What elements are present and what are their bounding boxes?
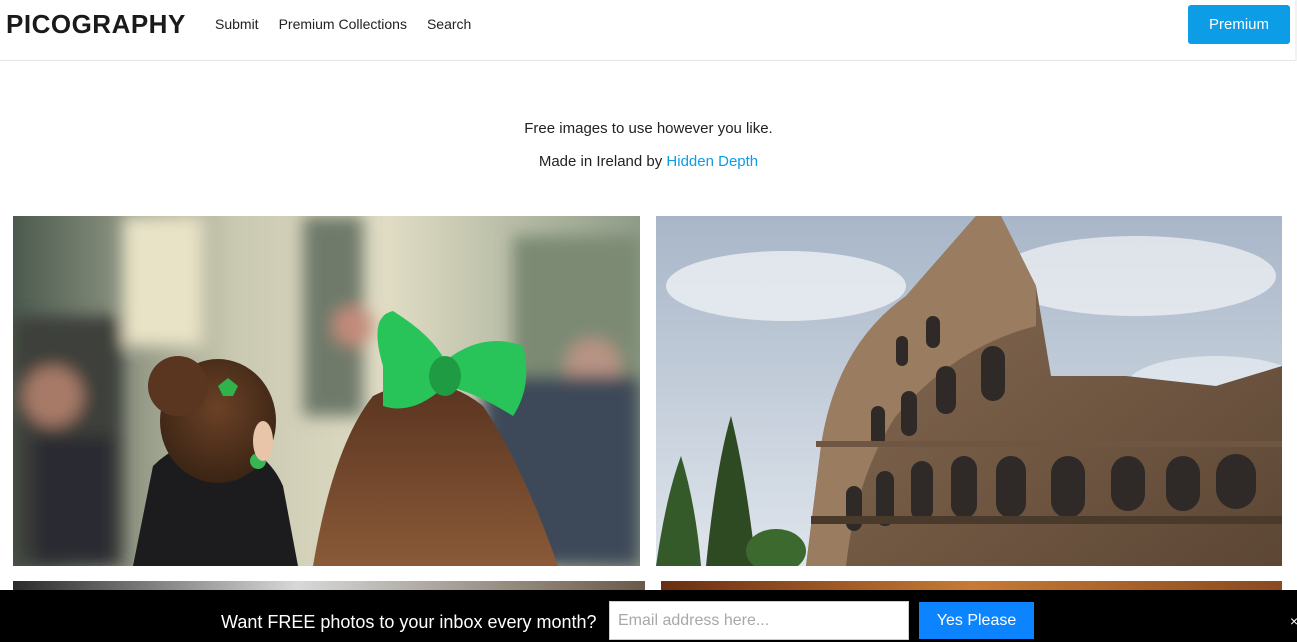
made-in-line: Made in Ireland by Hidden Depth [0,153,1297,170]
site-logo[interactable]: PICOGRAPHY [6,9,186,40]
newsletter-message: Want FREE photos to your inbox every mon… [221,612,597,632]
email-input[interactable] [609,601,909,640]
yes-please-button[interactable]: Yes Please [919,602,1034,639]
main-nav: Submit Premium Collections Search [215,16,471,32]
top-navigation-bar: PICOGRAPHY Submit Premium Collections Se… [0,0,1297,61]
hidden-depth-link[interactable]: Hidden Depth [666,153,758,170]
premium-button[interactable]: Premium [1188,5,1290,44]
newsletter-banner: Want FREE photos to your inbox every mon… [0,590,1297,642]
photo-st-patricks-girls-image [13,216,640,566]
photo-colosseum[interactable] [656,216,1282,566]
nav-premium-collections-link[interactable]: Premium Collections [279,16,407,32]
tagline: Free images to use however you like. [524,120,773,137]
photo-colosseum-image [656,216,1282,566]
nav-submit-link[interactable]: Submit [215,16,259,32]
made-in-prefix: Made in Ireland by [538,153,667,170]
photo-st-patricks-girls[interactable] [13,216,640,566]
close-icon[interactable]: × [1290,613,1297,629]
nav-search-link[interactable]: Search [427,16,471,32]
